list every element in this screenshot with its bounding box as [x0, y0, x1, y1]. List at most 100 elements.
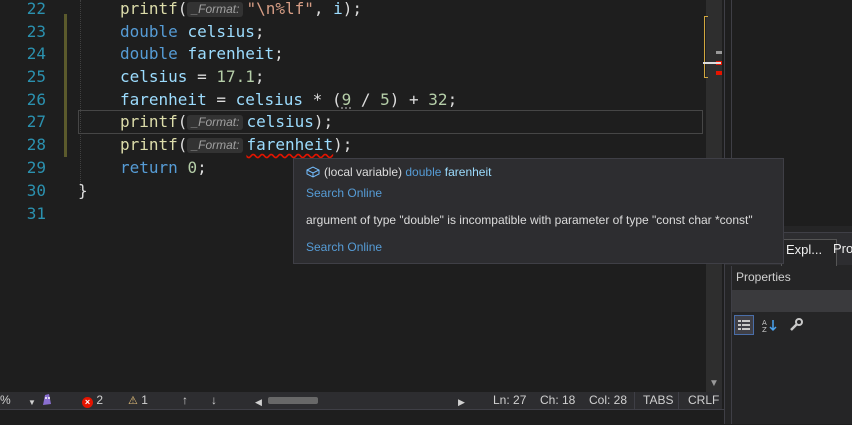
quick-info-tooltip: (local variable) double farenheit Search… — [293, 158, 784, 264]
comma: , — [313, 0, 334, 18]
properties-object-selector[interactable] — [732, 290, 852, 312]
operator: ) + — [389, 90, 429, 109]
line-number: 25 — [26, 67, 46, 86]
error-count[interactable]: × 2 — [82, 393, 103, 408]
scroll-left-icon[interactable]: ◀ — [255, 395, 262, 410]
scroll-down-icon[interactable]: ▼ — [709, 378, 719, 389]
tooltip-var-name: farenheit — [444, 165, 492, 179]
closing-brace: } — [78, 181, 88, 200]
column-indicator[interactable]: Col: 28 — [589, 393, 627, 408]
errors-value: 2 — [96, 393, 104, 407]
line-number: 28 — [26, 135, 46, 154]
line-number: 30 — [26, 181, 46, 200]
keyword: double — [120, 44, 178, 63]
scrollbar-marker — [716, 51, 722, 54]
code-line-22[interactable]: printf(_Format: "\n%lf", i); — [120, 0, 362, 20]
svg-text:Z: Z — [762, 326, 767, 332]
semicolon: ; — [254, 67, 265, 86]
code-line-28[interactable]: printf(_Format: farenheit); — [120, 133, 352, 156]
keyword: double — [120, 22, 178, 41]
line-number: 24 — [26, 44, 46, 63]
indent-guide — [80, 0, 82, 190]
variable: farenheit — [120, 90, 207, 109]
tooltip-type: double — [405, 165, 442, 179]
string-literal: "\n%lf" — [246, 0, 314, 18]
paren-close: ); — [342, 0, 363, 18]
number-literal: 9 — [341, 90, 352, 109]
semicolon: ; — [447, 90, 458, 109]
variable-cube-icon — [306, 166, 320, 181]
code-line-25[interactable]: celsius = 17.1; — [120, 65, 265, 88]
indent-mode[interactable]: TABS — [643, 393, 673, 408]
function-name: printf — [120, 0, 178, 18]
keyword: return — [120, 158, 178, 177]
variable: celsius — [235, 90, 304, 109]
line-number: 23 — [26, 22, 46, 41]
search-online-link[interactable]: Search Online — [306, 240, 382, 254]
code-line-27[interactable]: printf(_Format: celsius); — [120, 110, 333, 133]
editor-status-bar: % ▼ × 2 ⚠ 1 ↑ ↓ ◀ ▶ Ln: 27 Ch: 18 Col: 2… — [0, 392, 722, 409]
properties-title: Properties — [736, 270, 791, 284]
code-line-23[interactable]: double celsius; — [120, 20, 265, 43]
sort-alphabetical-icon[interactable]: AZ — [760, 315, 780, 335]
code-line-29[interactable]: return 0; — [120, 156, 207, 179]
line-number: 29 — [26, 158, 46, 177]
scrollbar-change-marker — [704, 16, 708, 78]
line-number: 31 — [26, 204, 46, 223]
inlay-hint: _Format: — [187, 138, 244, 153]
number-literal: 17.1 — [216, 67, 255, 86]
semicolon: ; — [197, 158, 207, 177]
change-tracking-bar — [64, 14, 67, 157]
bottom-panel-edge — [0, 409, 724, 425]
tab-properties[interactable]: Pro — [829, 239, 852, 265]
paren-close: ); — [313, 112, 334, 131]
function-name: printf — [120, 135, 178, 154]
scrollbar-caret-marker — [703, 62, 721, 64]
operator: = — [187, 67, 217, 86]
paren: ( — [177, 135, 188, 154]
search-online-link[interactable]: Search Online — [306, 186, 382, 200]
wrench-icon[interactable] — [786, 315, 806, 335]
code-line-30[interactable]: } — [78, 179, 88, 202]
warning-count[interactable]: ⚠ 1 — [128, 393, 148, 409]
char-indicator[interactable]: Ch: 18 — [540, 393, 575, 408]
error-circle-icon: × — [82, 397, 93, 408]
line-indicator[interactable]: Ln: 27 — [493, 393, 526, 408]
tooltip-signature: (local variable) double farenheit — [306, 165, 491, 181]
arrow-down-icon[interactable]: ↓ — [211, 393, 217, 408]
properties-panel: Properties AZ — [731, 266, 852, 424]
arrow-up-icon[interactable]: ↑ — [182, 393, 188, 408]
semicolon: ; — [254, 22, 265, 41]
function-name: printf — [120, 112, 178, 131]
variable: i — [333, 0, 343, 18]
number-literal: 5 — [380, 90, 390, 109]
variable: celsius — [187, 22, 255, 41]
scrollbar-error-marker — [716, 71, 722, 75]
paren-close: ); — [333, 135, 353, 154]
properties-toolbar: AZ — [734, 314, 806, 336]
zoom-level[interactable]: % — [0, 393, 11, 408]
divider — [678, 392, 679, 409]
error-variable[interactable]: farenheit — [246, 135, 333, 154]
number-literal: 0 — [187, 158, 198, 177]
paren: ( — [177, 112, 188, 131]
tooltip-scope: (local variable) — [324, 165, 403, 179]
number-literal: 32 — [428, 90, 448, 109]
code-line-26[interactable]: farenheit = celsius * (9 / 5) + 32; — [120, 88, 457, 111]
line-number: 27 — [26, 112, 46, 131]
variable: celsius — [246, 112, 314, 131]
inlay-hint: _Format: — [187, 2, 244, 17]
warning-triangle-icon: ⚠ — [128, 395, 138, 407]
chevron-down-icon[interactable]: ▼ — [28, 395, 36, 410]
code-line-24[interactable]: double farenheit; — [120, 42, 284, 65]
categorized-icon[interactable] — [734, 315, 754, 335]
line-ending[interactable]: CRLF — [688, 393, 719, 408]
paren: ( — [177, 0, 188, 18]
inlay-hint: _Format: — [187, 115, 244, 130]
scroll-right-icon[interactable]: ▶ — [458, 395, 465, 410]
operator: * ( — [303, 90, 342, 109]
line-number: 26 — [26, 90, 46, 109]
horizontal-scroll-thumb[interactable] — [268, 397, 318, 404]
divider — [634, 392, 635, 409]
operator: / — [351, 90, 381, 109]
